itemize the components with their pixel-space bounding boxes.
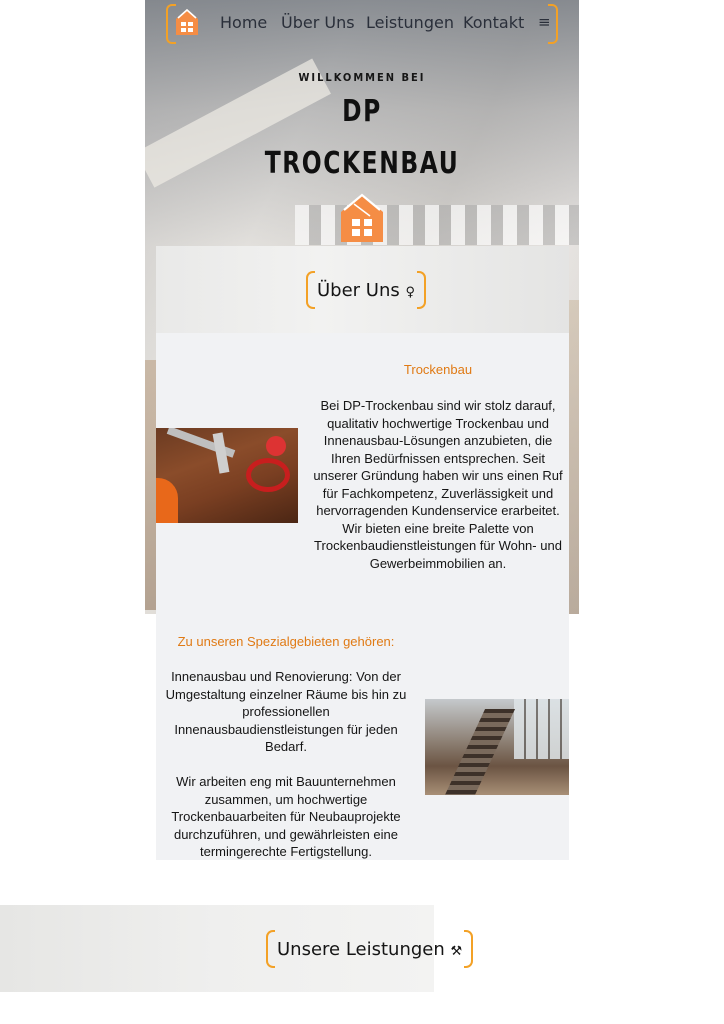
nav-about-link[interactable]: Über Uns xyxy=(281,13,355,32)
about-heading: Über Uns ♀ xyxy=(306,271,427,309)
hero-title-line1: DP xyxy=(342,94,382,129)
about-block1-title: Trockenbau xyxy=(403,362,473,377)
services-heading: Unsere Leistungen ⚒ xyxy=(266,930,474,968)
tools-photo xyxy=(156,428,298,523)
about-heading-text: Über Uns xyxy=(317,279,400,301)
nav-contact-link[interactable]: Kontakt xyxy=(463,13,524,32)
about-block2-title: Zu unseren Spezialgebieten gehören: xyxy=(177,634,395,649)
about-block2-text1: Innenausbau und Renovierung: Von der Umg… xyxy=(165,669,407,754)
construction-stairs-photo xyxy=(425,699,569,795)
person-icon: ♀ xyxy=(405,284,416,300)
nav-services-link[interactable]: Leistungen xyxy=(366,13,454,32)
hero-logo-house-icon xyxy=(340,192,384,243)
hero-welcome-text: WILLKOMMEN BEI xyxy=(298,71,426,84)
nav-bracket-right xyxy=(548,4,558,44)
navbar: Home Über Uns Leistungen Kontakt ≡ xyxy=(166,4,558,44)
services-heading-text: Unsere Leistungen xyxy=(277,938,445,960)
nav-home-link[interactable]: Home xyxy=(220,13,267,32)
about-block2-text2: Wir arbeiten eng mit Bauunternehmen zusa… xyxy=(171,774,401,859)
about-block1-text: Bei DP-Trockenbau sind wir stolz darauf,… xyxy=(313,398,563,571)
tools-icon: ⚒ xyxy=(450,943,463,959)
hero-title-line2: TROCKENBAU xyxy=(264,146,460,181)
logo-house-icon[interactable] xyxy=(175,8,199,36)
